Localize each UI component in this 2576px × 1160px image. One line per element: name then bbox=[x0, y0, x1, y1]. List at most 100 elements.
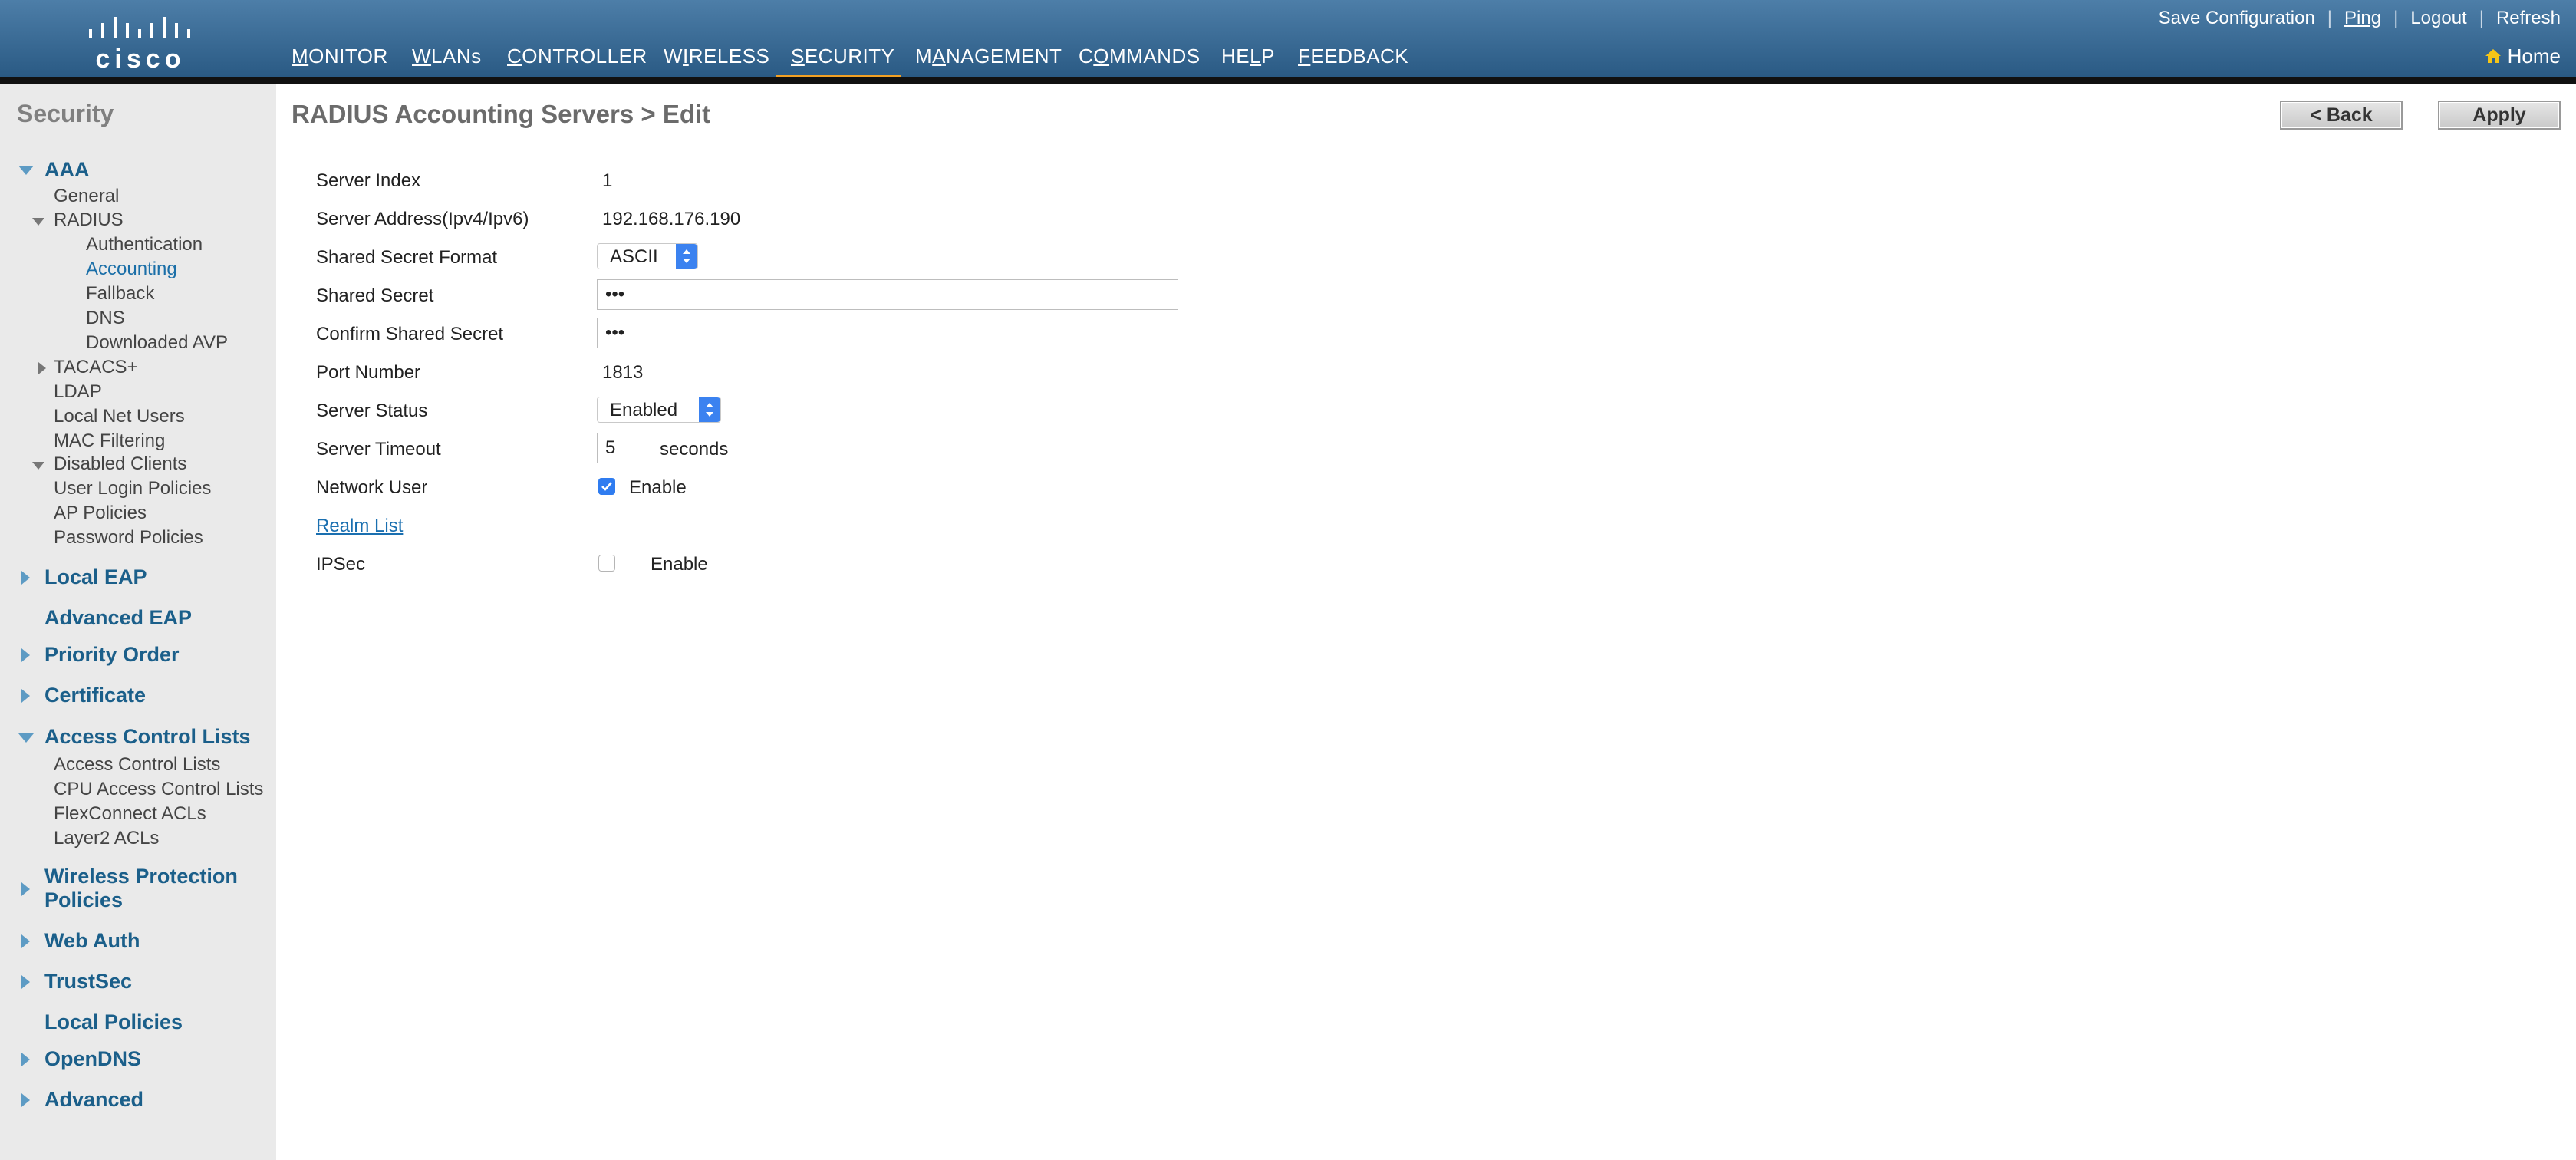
sidebar-item-wireless-protection-policies[interactable]: Policies bbox=[44, 888, 123, 912]
sidebar-item-advanced-eap[interactable]: Advanced EAP bbox=[44, 606, 192, 630]
confirm-shared-secret-label: Confirm Shared Secret bbox=[316, 324, 504, 344]
expand-right-icon[interactable] bbox=[21, 648, 30, 662]
checkmark-icon bbox=[601, 482, 612, 491]
server-timeout-input[interactable]: 5 bbox=[597, 433, 644, 463]
select-arrows-icon bbox=[699, 397, 720, 422]
shared-secret-field[interactable]: ••• bbox=[597, 279, 1178, 310]
nav-label-part: HE bbox=[1221, 44, 1250, 68]
nav-label-part: NAGEMENT bbox=[946, 44, 1062, 68]
sidebar-item-mac-filtering[interactable]: MAC Filtering bbox=[54, 430, 165, 452]
sidebar-item-local-policies[interactable]: Local Policies bbox=[44, 1010, 183, 1034]
expand-down-icon[interactable] bbox=[32, 218, 44, 226]
sidebar-item-password-policies[interactable]: Password Policies bbox=[54, 527, 203, 549]
header-divider bbox=[0, 77, 2576, 84]
sidebar-item-general[interactable]: General bbox=[54, 186, 119, 207]
server-index-value: 1 bbox=[602, 170, 613, 191]
nav-monitor[interactable]: MONITOR bbox=[292, 44, 388, 68]
realm-list-link[interactable]: Realm List bbox=[316, 516, 403, 537]
sidebar-item-cpu-acl[interactable]: CPU Access Control Lists bbox=[54, 779, 263, 800]
sidebar-item-trustsec[interactable]: TrustSec bbox=[44, 970, 132, 994]
nav-label-part: ONTROLLER bbox=[522, 44, 647, 68]
nav-accesskey: A bbox=[932, 44, 947, 68]
expand-right-icon[interactable] bbox=[21, 689, 30, 703]
expand-right-icon[interactable] bbox=[21, 571, 30, 585]
confirm-shared-secret-field[interactable]: ••• bbox=[597, 318, 1178, 348]
separator: | bbox=[2393, 8, 2399, 28]
nav-label-part: ECURITY bbox=[804, 44, 895, 68]
nav-accesskey: F bbox=[1298, 44, 1311, 68]
network-user-label: Network User bbox=[316, 477, 428, 498]
sidebar-item-priority-order[interactable]: Priority Order bbox=[44, 643, 180, 667]
sidebar-item-certificate[interactable]: Certificate bbox=[44, 684, 146, 707]
port-number-value: 1813 bbox=[602, 362, 644, 383]
nav-help[interactable]: HELP bbox=[1221, 44, 1275, 68]
sidebar-item-aaa[interactable]: AAA bbox=[44, 158, 90, 182]
sidebar-item-authentication[interactable]: Authentication bbox=[86, 234, 203, 255]
expand-right-icon[interactable] bbox=[21, 1053, 30, 1066]
separator: | bbox=[2327, 8, 2333, 28]
nav-wireless[interactable]: WIRELESS bbox=[664, 44, 769, 68]
sidebar-item-local-net-users[interactable]: Local Net Users bbox=[54, 406, 185, 427]
sidebar-item-tacacs[interactable]: TACACS+ bbox=[54, 357, 138, 378]
sidebar-item-accounting[interactable]: Accounting bbox=[86, 259, 177, 280]
nav-management[interactable]: MANAGEMENT bbox=[915, 44, 1062, 68]
server-status-value: Enabled bbox=[610, 400, 678, 420]
nav-label-part: M bbox=[915, 44, 933, 68]
save-configuration-link[interactable]: Save Configuration bbox=[2159, 8, 2315, 28]
sidebar-item-ap-policies[interactable]: AP Policies bbox=[54, 503, 147, 524]
nav-accesskey: I bbox=[683, 44, 689, 68]
home-icon bbox=[2485, 46, 2502, 63]
ipsec-enable-label: Enable bbox=[651, 554, 708, 575]
sidebar-item-downloaded-avp[interactable]: Downloaded AVP bbox=[86, 332, 228, 354]
server-address-value: 192.168.176.190 bbox=[602, 209, 741, 229]
sidebar: Security AAA General RADIUS Authenticati… bbox=[0, 84, 276, 1160]
logout-link[interactable]: Logout bbox=[2410, 8, 2466, 28]
sidebar-item-wireless-protection[interactable]: Wireless Protection bbox=[44, 865, 238, 888]
expand-right-icon[interactable] bbox=[21, 934, 30, 948]
sidebar-item-disabled-clients[interactable]: Disabled Clients bbox=[54, 453, 186, 475]
nav-label-part: RELESS bbox=[688, 44, 770, 68]
sidebar-item-fallback[interactable]: Fallback bbox=[86, 283, 154, 305]
expand-right-icon[interactable] bbox=[21, 975, 30, 989]
sidebar-item-opendns[interactable]: OpenDNS bbox=[44, 1047, 141, 1071]
expand-down-icon[interactable] bbox=[32, 462, 44, 470]
shared-secret-format-value: ASCII bbox=[610, 246, 658, 267]
ping-link[interactable]: Ping bbox=[2344, 8, 2381, 28]
sidebar-item-access-control-lists[interactable]: Access Control Lists bbox=[44, 725, 251, 749]
sidebar-item-ldap[interactable]: LDAP bbox=[54, 381, 102, 403]
sidebar-item-radius[interactable]: RADIUS bbox=[54, 209, 124, 231]
refresh-link[interactable]: Refresh bbox=[2496, 8, 2561, 28]
shared-secret-label: Shared Secret bbox=[316, 285, 434, 306]
sidebar-item-acl-sub[interactable]: Access Control Lists bbox=[54, 754, 220, 776]
sidebar-item-web-auth[interactable]: Web Auth bbox=[44, 929, 140, 953]
nav-controller[interactable]: CONTROLLER bbox=[507, 44, 647, 68]
sidebar-item-user-login-policies[interactable]: User Login Policies bbox=[54, 478, 211, 499]
expand-down-icon[interactable] bbox=[18, 166, 34, 175]
sidebar-item-local-eap[interactable]: Local EAP bbox=[44, 565, 147, 589]
nav-commands[interactable]: COMMANDS bbox=[1079, 44, 1201, 68]
sidebar-title: Security bbox=[17, 100, 114, 127]
nav-accesskey: W bbox=[412, 44, 432, 68]
expand-right-icon[interactable] bbox=[38, 362, 46, 374]
shared-secret-format-select[interactable]: ASCII bbox=[597, 243, 698, 269]
nav-accesskey: L bbox=[1250, 44, 1262, 68]
nav-feedback[interactable]: FEEDBACK bbox=[1298, 44, 1408, 68]
expand-down-icon[interactable] bbox=[18, 733, 34, 743]
home-link[interactable]: Home bbox=[2485, 44, 2561, 68]
nav-wlans[interactable]: WLANs bbox=[412, 44, 482, 68]
back-button[interactable]: < Back bbox=[2280, 101, 2403, 130]
sidebar-item-advanced[interactable]: Advanced bbox=[44, 1088, 143, 1112]
nav-accesskey: S bbox=[791, 44, 805, 68]
expand-right-icon[interactable] bbox=[21, 882, 30, 896]
network-user-checkbox[interactable] bbox=[598, 478, 615, 495]
page-title: RADIUS Accounting Servers > Edit bbox=[292, 100, 711, 128]
apply-button[interactable]: Apply bbox=[2438, 101, 2561, 130]
sidebar-item-dns[interactable]: DNS bbox=[86, 308, 125, 329]
nav-security[interactable]: SECURITY bbox=[791, 44, 894, 68]
expand-right-icon[interactable] bbox=[21, 1093, 30, 1107]
server-status-select[interactable]: Enabled bbox=[597, 397, 721, 423]
ipsec-checkbox[interactable] bbox=[598, 555, 615, 572]
server-address-label: Server Address(Ipv4/Ipv6) bbox=[316, 209, 529, 229]
sidebar-item-layer2-acls[interactable]: Layer2 ACLs bbox=[54, 828, 159, 849]
sidebar-item-flexconnect-acls[interactable]: FlexConnect ACLs bbox=[54, 803, 206, 825]
